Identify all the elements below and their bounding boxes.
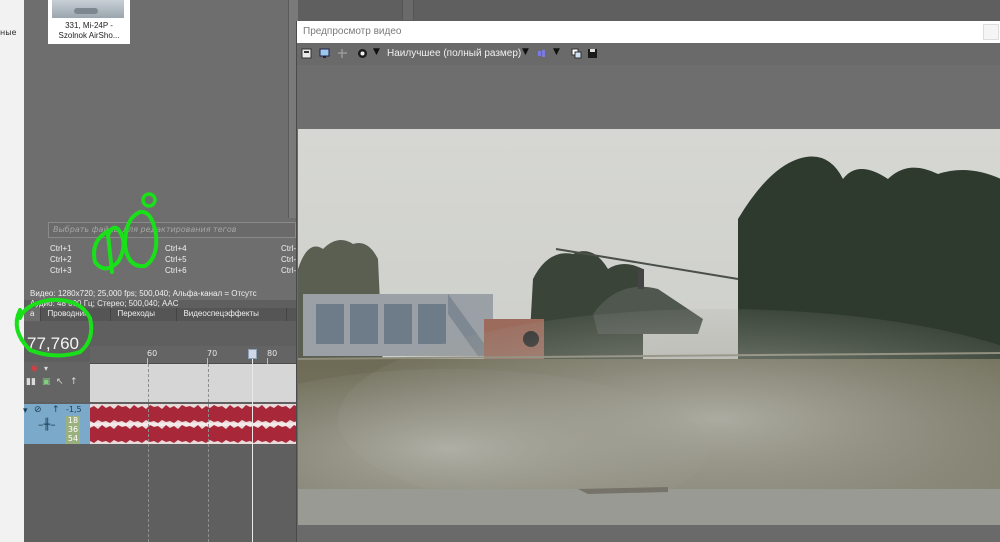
shortcut-list: Ctrl+1 Ctrl+2 Ctrl+3 Ctrl+4 Ctrl+5 Ctrl+… <box>48 242 298 282</box>
panel-splitter[interactable] <box>402 0 414 20</box>
channels-icon[interactable] <box>537 48 548 59</box>
preview-quality-select[interactable]: Наилучшее (полный размер) <box>387 48 521 59</box>
tab-media[interactable]: а <box>24 308 42 321</box>
playhead[interactable] <box>252 350 253 542</box>
thumbnail-image <box>52 0 124 18</box>
cursor-icon[interactable]: ↖ <box>56 377 64 387</box>
thumbnail-caption-line2: Szolnok AirSho... <box>58 31 120 40</box>
effects-icon[interactable]: ▣ <box>42 377 51 387</box>
media-info-video: Видео: 1280x720; 25,000 fps; 500,040; Ал… <box>30 289 257 298</box>
timecode-display: 77,760 <box>27 334 79 353</box>
audio-track-header: ▾ ⊘ ↑ -1,5 –╫– <box>23 404 90 444</box>
preview-status-area <box>297 525 1000 542</box>
chevron-down-icon[interactable]: ▼ <box>373 47 380 57</box>
level-value: 36 <box>67 425 79 434</box>
chevron-down-icon[interactable]: ▾ <box>44 364 48 373</box>
overlay-icon[interactable] <box>357 48 368 59</box>
gear-icon[interactable]: ✹ <box>30 364 38 375</box>
video-track-header: ✹ ▾ ▮▮ ▣ ↖ ↑ <box>24 362 90 402</box>
playhead-handle[interactable] <box>248 349 257 359</box>
tag-edit-input[interactable]: Выбрать файлы для редактирования тегов <box>48 222 296 238</box>
shortcut-label[interactable]: Ctrl+2 <box>50 255 72 264</box>
tab-transitions[interactable]: Переходы <box>111 308 178 321</box>
preview-title-bar[interactable]: Предпросмотр видео <box>297 21 1000 43</box>
media-info: Видео: 1280x720; 25,000 fps; 500,040; Ал… <box>30 289 298 309</box>
ruler-label: 80 <box>267 349 278 358</box>
expand-icon[interactable]: ▾ <box>23 406 28 416</box>
preview-toolbar: ▼ Наилучшее (полный размер) ▼ ▼ <box>297 43 1000 65</box>
level-value: 18 <box>67 416 79 425</box>
thumbnail-caption-line1: 331, Mi-24P - <box>65 21 113 30</box>
timeline-ruler[interactable]: 60 70 80 <box>90 346 298 364</box>
audio-track-waveform[interactable] <box>90 404 298 444</box>
arrow-up-icon[interactable]: ↑ <box>70 377 78 387</box>
level-meter: 18 36 54 <box>66 416 80 444</box>
monitor-icon[interactable] <box>319 48 330 59</box>
shortcut-label[interactable]: Ctrl+6 <box>165 266 187 275</box>
shortcut-label[interactable]: Ctrl- <box>281 266 296 275</box>
ruler-label: 70 <box>207 349 218 358</box>
shortcut-label[interactable]: Ctrl+5 <box>165 255 187 264</box>
shortcut-label[interactable]: Ctrl+1 <box>50 244 72 253</box>
preview-title: Предпросмотр видео <box>303 26 402 37</box>
thumbnail-caption: 331, Mi-24P - Szolnok AirSho... <box>48 21 130 41</box>
chevron-down-icon[interactable]: ▼ <box>522 47 529 57</box>
video-frame <box>298 129 1000 525</box>
tab-video-fx[interactable]: Видеоспецэффекты <box>177 308 288 321</box>
save-snapshot-icon[interactable] <box>587 48 598 59</box>
volume-slider[interactable]: –╫– <box>38 418 56 431</box>
properties-icon[interactable] <box>301 48 312 59</box>
volume-value: -1,5 <box>66 405 82 414</box>
window-tabs: а Проводник Переходы Видеоспецэффекты <box>24 308 298 321</box>
ruler-label: 60 <box>147 349 158 358</box>
media-thumbnail[interactable]: 331, Mi-24P - Szolnok AirSho... <box>48 0 130 44</box>
close-button[interactable] <box>983 24 999 40</box>
waveform-graphic <box>90 404 298 444</box>
mute-icon[interactable]: ⊘ <box>34 405 42 415</box>
split-screen-icon[interactable] <box>337 48 348 59</box>
chevron-down-icon[interactable]: ▼ <box>553 47 560 57</box>
grid-line <box>208 364 209 542</box>
shortcut-label[interactable]: Ctrl- <box>281 244 296 253</box>
timeline-empty-area[interactable] <box>24 444 298 542</box>
left-panel-edge: ные <box>0 0 24 542</box>
video-track-area[interactable] <box>90 364 298 402</box>
grid-line <box>148 364 149 542</box>
shortcut-label[interactable]: Ctrl+3 <box>50 266 72 275</box>
level-value: 54 <box>67 434 79 443</box>
film-icon[interactable]: ▮▮ <box>26 377 36 387</box>
left-panel-label: ные <box>0 28 17 37</box>
tab-explorer[interactable]: Проводник <box>41 308 112 321</box>
copy-snapshot-icon[interactable] <box>571 48 582 59</box>
video-frame-image <box>298 129 1000 525</box>
solo-icon[interactable]: ↑ <box>52 405 60 415</box>
shortcut-label[interactable]: Ctrl+4 <box>165 244 187 253</box>
video-preview-window: Предпросмотр видео ▼ Наилучшее (полный р… <box>296 21 1000 542</box>
shortcut-label[interactable]: Ctrl- <box>281 255 296 264</box>
preview-background <box>297 65 1000 129</box>
